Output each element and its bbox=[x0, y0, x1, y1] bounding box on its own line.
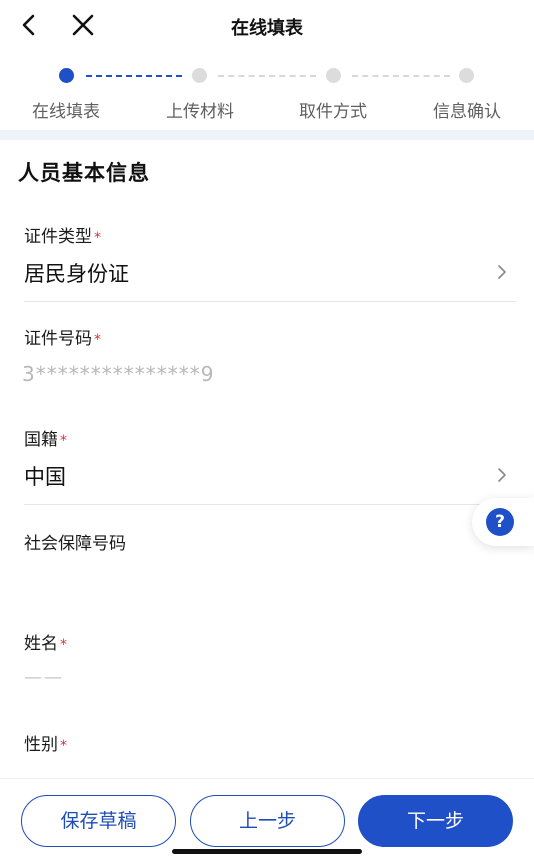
step-label-pickup: 取件方式 bbox=[299, 102, 367, 122]
prev-step-button[interactable]: 上一步 bbox=[190, 795, 345, 847]
step-dot-1 bbox=[59, 68, 74, 83]
progress-stepper: 在线填表 上传材料 取件方式 信息确认 bbox=[0, 60, 534, 130]
nationality-value: 中国 bbox=[24, 465, 66, 489]
field-divider bbox=[24, 504, 516, 505]
step-label-upload: 上传材料 bbox=[166, 102, 234, 122]
step-dot-3 bbox=[326, 68, 341, 83]
id-type-field[interactable]: 证件类型 * 居民身份证 bbox=[24, 222, 516, 302]
step-connector-3 bbox=[352, 75, 450, 77]
social-security-field[interactable]: 社会保障号码 bbox=[24, 529, 516, 609]
nationality-label: 国籍 bbox=[24, 430, 58, 450]
social-security-label: 社会保障号码 bbox=[24, 534, 126, 554]
step-dot-2 bbox=[192, 68, 207, 83]
footer-action-bar: 保存草稿 上一步 下一步 bbox=[0, 778, 534, 862]
step-label-online-form: 在线填表 bbox=[32, 102, 100, 122]
field-label: 证件号码 * bbox=[24, 324, 516, 349]
id-type-label: 证件类型 bbox=[24, 227, 92, 247]
step-connector-2 bbox=[218, 75, 316, 77]
name-field[interactable]: 姓名 * —— bbox=[24, 629, 516, 699]
save-draft-button[interactable]: 保存草稿 bbox=[21, 795, 176, 847]
next-step-button[interactable]: 下一步 bbox=[358, 795, 513, 847]
page-title: 在线填表 bbox=[231, 18, 303, 39]
field-label: 姓名 * bbox=[24, 629, 516, 654]
help-button[interactable]: ? bbox=[472, 498, 534, 546]
section-divider bbox=[0, 130, 534, 140]
id-number-label: 证件号码 bbox=[24, 329, 92, 349]
required-mark: * bbox=[94, 332, 101, 348]
nationality-field[interactable]: 国籍 * 中国 bbox=[24, 425, 516, 505]
field-label: 证件类型 * bbox=[24, 222, 516, 247]
gender-field[interactable]: 性别 * bbox=[24, 730, 516, 770]
name-label: 姓名 bbox=[24, 634, 58, 654]
step-dot-4 bbox=[459, 68, 474, 83]
id-number-field[interactable]: 证件号码 * 3***************9 bbox=[22, 324, 516, 394]
field-divider bbox=[24, 301, 516, 302]
required-mark: * bbox=[94, 230, 101, 246]
id-number-value: 3***************9 bbox=[22, 362, 215, 386]
step-connector-1 bbox=[86, 75, 182, 77]
required-mark: * bbox=[60, 433, 67, 449]
name-value: —— bbox=[24, 667, 64, 688]
section-title: 人员基本信息 bbox=[18, 161, 150, 185]
id-type-value: 居民身份证 bbox=[24, 262, 129, 286]
step-label-confirm: 信息确认 bbox=[433, 102, 501, 122]
home-indicator bbox=[172, 849, 362, 854]
field-label: 国籍 * bbox=[24, 425, 516, 450]
chevron-right-icon bbox=[498, 265, 506, 279]
gender-label: 性别 bbox=[24, 735, 58, 755]
question-icon: ? bbox=[486, 508, 514, 536]
field-label: 性别 * bbox=[24, 730, 516, 755]
header: 在线填表 bbox=[0, 0, 534, 52]
chevron-right-icon bbox=[498, 468, 506, 482]
required-mark: * bbox=[60, 738, 67, 754]
required-mark: * bbox=[60, 637, 67, 653]
